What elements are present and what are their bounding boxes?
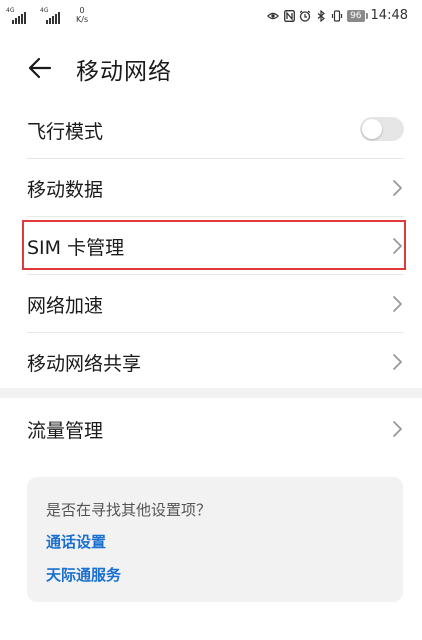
signal-icon-2: 4G <box>40 8 70 24</box>
network-speed: 0 K/s <box>76 6 88 24</box>
sim-management-label: SIM 卡管理 <box>27 237 125 259</box>
title-bar: 移动网络 <box>0 44 422 92</box>
suggestion-card: 是否在寻找其他设置项？ 通话设置 天际通服务 <box>27 477 403 602</box>
nfc-icon <box>283 9 295 22</box>
network-speed-value: 0 <box>79 6 85 15</box>
data-usage-label: 流量管理 <box>27 420 104 442</box>
airplane-mode-toggle[interactable] <box>360 117 404 141</box>
mobile-data-row[interactable]: 移动数据 <box>27 159 404 217</box>
section-divider <box>0 388 422 398</box>
chevron-right-icon <box>393 296 402 312</box>
airplane-mode-row[interactable]: 飞行模式 <box>27 101 404 159</box>
suggestion-question: 是否在寻找其他设置项？ <box>46 501 212 519</box>
skytone-service-link[interactable]: 天际通服务 <box>46 564 121 585</box>
chevron-right-icon <box>393 180 402 196</box>
hotspot-sharing-row[interactable]: 移动网络共享 <box>27 333 404 390</box>
sim-management-row[interactable]: SIM 卡管理 <box>27 217 404 275</box>
alarm-icon <box>299 10 311 22</box>
bluetooth-icon <box>315 9 327 22</box>
chevron-right-icon <box>393 421 402 437</box>
call-settings-link[interactable]: 通话设置 <box>46 531 106 552</box>
airplane-mode-label: 飞行模式 <box>27 121 104 143</box>
back-arrow-icon <box>28 57 52 79</box>
eye-icon <box>267 10 280 22</box>
status-right: 96 14:48 <box>267 8 408 23</box>
toggle-knob <box>362 119 382 139</box>
battery-icon: 96 <box>347 9 369 22</box>
status-time: 14:48 <box>370 8 408 23</box>
hotspot-sharing-label: 移动网络共享 <box>27 353 142 375</box>
mobile-data-label: 移动数据 <box>27 179 104 201</box>
network-boost-row[interactable]: 网络加速 <box>27 275 404 333</box>
network-boost-label: 网络加速 <box>27 295 104 317</box>
status-left: 4G 4G 0 K/s <box>6 6 88 24</box>
vibrate-icon <box>331 9 343 22</box>
settings-list: 飞行模式 移动数据 SIM 卡管理 网络加速 移动网络共享 <box>0 101 422 390</box>
chevron-right-icon <box>393 238 402 254</box>
chevron-right-icon <box>393 354 402 370</box>
signal-icon: 4G <box>6 8 36 24</box>
back-button[interactable] <box>26 54 54 82</box>
data-usage-row[interactable]: 流量管理 <box>27 400 404 457</box>
page-title: 移动网络 <box>76 59 172 85</box>
status-bar: 4G 4G 0 K/s 96 14:48 <box>0 0 422 34</box>
network-speed-unit: K/s <box>76 15 89 24</box>
